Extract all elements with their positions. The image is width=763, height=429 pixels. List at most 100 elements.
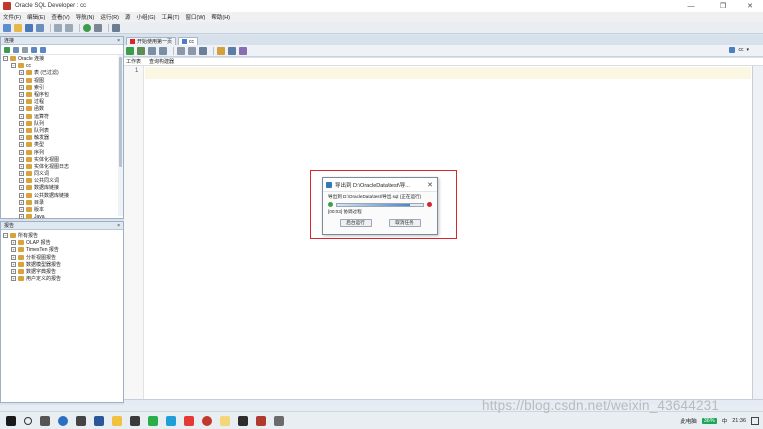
battery-indicator[interactable]: 36% (701, 418, 717, 424)
tree-item[interactable]: + 目录 (3, 199, 123, 206)
expand-toggle-icon[interactable]: + (11, 261, 16, 267)
undo-icon[interactable] (54, 23, 62, 32)
refresh-icon[interactable] (13, 46, 19, 53)
tree-item[interactable]: + 同义词 (3, 170, 123, 177)
tree-item[interactable]: + 视图 (3, 77, 123, 84)
menu-window[interactable]: 窗口(W) (186, 13, 206, 21)
add-connection-icon[interactable] (4, 46, 10, 53)
expand-toggle-icon[interactable]: + (19, 135, 24, 141)
expand-toggle-icon[interactable]: + (19, 77, 24, 83)
app-search-icon[interactable] (76, 415, 86, 426)
tab-start-page[interactable]: 开始使用第一页 (126, 37, 177, 45)
connection-select[interactable]: cc ▾ (729, 47, 749, 53)
schema-browser-icon[interactable] (31, 46, 37, 53)
clock[interactable]: 21:36 (732, 418, 746, 424)
tree-item[interactable]: + 实体化视图 (3, 156, 123, 163)
expand-toggle-icon[interactable]: + (19, 178, 24, 184)
tab-cc[interactable]: cc (178, 37, 199, 45)
tree-item[interactable]: + 数据模型器报告 (3, 261, 123, 268)
app-blue-icon[interactable] (58, 415, 68, 426)
scrollbar-thumb[interactable] (119, 57, 122, 167)
tree-item[interactable]: + 运算符 (3, 113, 123, 120)
expand-toggle-icon[interactable]: + (19, 113, 24, 119)
explorer-icon[interactable] (112, 415, 122, 426)
rollback-icon[interactable] (159, 46, 167, 55)
task-view-icon[interactable] (40, 415, 50, 426)
tree-item[interactable]: + TimesTen 报告 (3, 246, 123, 253)
tree-item[interactable]: + 实体化视图日志 (3, 163, 123, 170)
expand-toggle-icon[interactable]: + (19, 127, 24, 133)
expand-toggle-icon[interactable]: + (19, 185, 24, 191)
tree-item[interactable]: + 队列 (3, 120, 123, 127)
expand-toggle-icon[interactable]: + (19, 207, 24, 213)
tree-item[interactable]: + 序列 (3, 148, 123, 156)
redo-icon[interactable] (65, 23, 73, 32)
expand-toggle-icon[interactable]: + (19, 199, 24, 205)
expand-toggle-icon[interactable]: + (19, 92, 24, 98)
edge-icon[interactable] (166, 415, 176, 426)
tree-item[interactable]: + 函数 (3, 105, 123, 112)
run-script-icon[interactable] (137, 46, 145, 55)
app-dark-icon[interactable] (130, 415, 140, 426)
save-icon[interactable] (25, 23, 33, 32)
menu-navigate[interactable]: 导航(N) (76, 13, 95, 21)
tree-item[interactable]: + 数据字典报告 (3, 268, 123, 275)
app-red-icon[interactable] (184, 415, 194, 426)
subtab-worksheet[interactable]: 工作表 (126, 58, 141, 65)
tree-item[interactable]: + 表 (已过滤) (3, 69, 123, 76)
save-all-icon[interactable] (36, 23, 44, 32)
tree-item[interactable]: + Java (3, 213, 123, 220)
expand-toggle-icon[interactable]: + (19, 84, 24, 90)
explain-plan-icon[interactable] (177, 46, 185, 55)
menu-view[interactable]: 查看(V) (51, 13, 69, 21)
minimize-button[interactable]: — (678, 0, 704, 12)
history-icon[interactable] (228, 46, 236, 55)
search-icon[interactable] (24, 416, 32, 425)
browser-icon[interactable] (202, 415, 212, 426)
expand-toggle-icon[interactable]: − (3, 233, 8, 239)
expand-toggle-icon[interactable]: + (19, 214, 24, 220)
terminal-icon[interactable] (238, 415, 248, 426)
notification-icon[interactable] (751, 417, 759, 425)
word-icon[interactable] (94, 415, 104, 426)
ime-indicator[interactable]: 中 (722, 417, 728, 425)
menu-edit[interactable]: 编辑(E) (27, 13, 45, 21)
menu-file[interactable]: 文件(F) (3, 13, 21, 21)
expand-toggle-icon[interactable]: − (11, 63, 16, 69)
run-in-background-button[interactable]: 后台运行 (339, 219, 372, 227)
expand-toggle-icon[interactable]: + (19, 106, 24, 112)
pane-close-icon[interactable]: × (117, 37, 120, 44)
tree-item[interactable]: + 分析视图报告 (3, 254, 123, 261)
expand-toggle-icon[interactable]: + (11, 247, 16, 253)
sql-developer-icon[interactable] (256, 415, 266, 426)
tree-item[interactable]: + 用户定义的报告 (3, 275, 123, 282)
expand-toggle-icon[interactable]: + (19, 192, 24, 198)
expand-toggle-icon[interactable]: + (19, 99, 24, 105)
expand-toggle-icon[interactable]: + (19, 120, 24, 126)
tree-item[interactable]: − 所有报告 (3, 232, 123, 239)
folder-icon[interactable] (220, 415, 230, 426)
expand-toggle-icon[interactable]: + (11, 254, 16, 260)
expand-toggle-icon[interactable]: + (19, 171, 24, 177)
menu-source[interactable]: 源 (125, 13, 131, 21)
tree-item[interactable]: + 过程 (3, 98, 123, 105)
wechat-icon[interactable] (148, 415, 158, 426)
this-pc-label[interactable]: 此电脑 (680, 417, 697, 425)
tree-item[interactable]: + 触发器 (3, 134, 123, 141)
expand-toggle-icon[interactable]: + (11, 240, 16, 246)
tree-item[interactable]: − Oracle 连接 (3, 55, 123, 62)
tree-item[interactable]: + 公共数据库链接 (3, 192, 123, 199)
expand-toggle-icon[interactable]: + (19, 70, 24, 76)
expand-toggle-icon[interactable]: + (19, 156, 24, 162)
tree-item[interactable]: − cc (3, 62, 123, 69)
cancel-task-button[interactable]: 取消任务 (388, 219, 421, 227)
stop-icon[interactable] (427, 202, 432, 207)
menu-tools[interactable]: 工具(T) (161, 13, 179, 21)
monitor-icon[interactable] (112, 23, 120, 32)
menu-run[interactable]: 运行(R) (100, 13, 119, 21)
clear-icon[interactable] (217, 46, 225, 55)
connections-scrollbar[interactable] (118, 55, 123, 216)
start-icon[interactable] (6, 415, 16, 426)
menu-help[interactable]: 帮助(H) (211, 13, 230, 21)
subtab-query-builder[interactable]: 查询构建器 (149, 58, 174, 65)
